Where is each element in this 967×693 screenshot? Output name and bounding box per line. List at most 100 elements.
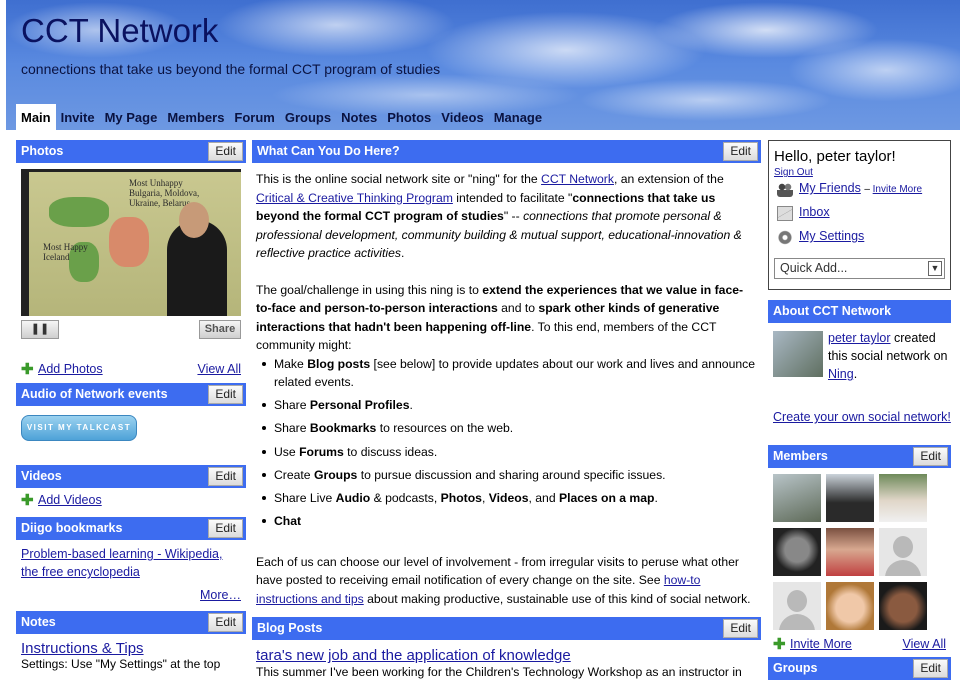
list-item: Make Blog posts [see below] to provide u… xyxy=(260,355,756,392)
add-photos-link[interactable]: Add Photos xyxy=(38,362,103,376)
tab-invite[interactable]: Invite xyxy=(56,104,100,130)
settings-row: My Settings xyxy=(774,229,945,250)
quick-add-select[interactable]: Quick Add... ▼ xyxy=(774,258,945,279)
text: and to xyxy=(497,301,539,315)
text: to resources on the web. xyxy=(376,421,514,436)
tab-notes[interactable]: Notes xyxy=(336,104,382,130)
text: Share Live xyxy=(274,490,336,505)
avatar[interactable] xyxy=(826,474,874,522)
view-all-photos-link[interactable]: View All xyxy=(197,362,241,376)
diigo-more: More… xyxy=(16,588,246,602)
list-item: Create Groups to pursue discussion and s… xyxy=(260,466,756,485)
about-text: peter taylor created this social network… xyxy=(828,329,948,383)
text: " -- xyxy=(503,209,524,223)
groups-edit-button[interactable]: Edit xyxy=(913,659,948,678)
my-friends-link[interactable]: My Friends xyxy=(799,181,861,195)
avatar[interactable] xyxy=(879,528,927,576)
videos-actions: ✚ Add Videos xyxy=(16,492,246,511)
photo-slideshow[interactable]: Most Unhappy Bulgaria, Moldova, Ukraine,… xyxy=(21,169,241,316)
quick-add-value: Quick Add... xyxy=(780,261,848,275)
blog-edit-button[interactable]: Edit xyxy=(723,619,758,639)
creator-avatar[interactable] xyxy=(773,331,823,377)
intro-edit-button[interactable]: Edit xyxy=(723,142,758,161)
plus-icon: ✚ xyxy=(21,361,34,378)
tab-photos[interactable]: Photos xyxy=(382,104,436,130)
text: , and xyxy=(528,490,559,505)
tab-forum[interactable]: Forum xyxy=(229,104,279,130)
list-item: Use Forums to discuss ideas. xyxy=(260,443,756,462)
text: . xyxy=(853,367,858,381)
tab-my-page[interactable]: My Page xyxy=(100,104,163,130)
cct-network-link[interactable]: CCT Network xyxy=(541,172,614,186)
invite-more-link[interactable]: Invite More xyxy=(873,184,922,195)
bookmark-item: Problem-based learning - Wikipedia, the … xyxy=(16,540,246,581)
members-grid xyxy=(768,474,951,630)
members-actions: ✚ Invite More View All xyxy=(768,636,951,655)
list-item: Share Bookmarks to resources on the web. xyxy=(260,419,756,438)
text: . xyxy=(654,490,658,505)
members-edit-button[interactable]: Edit xyxy=(913,447,948,466)
tab-manage[interactable]: Manage xyxy=(489,104,547,130)
avatar[interactable] xyxy=(879,474,927,522)
avatar[interactable] xyxy=(826,528,874,576)
friends-icon xyxy=(777,182,793,197)
greeting: Hello, peter taylor! xyxy=(774,148,896,165)
blog-post-title-link[interactable]: tara's new job and the application of kn… xyxy=(256,647,571,664)
text: . xyxy=(400,246,405,260)
text-bold: Places on a map xyxy=(558,490,655,505)
groups-title: Groups xyxy=(773,661,818,675)
text: This is the online social network site o… xyxy=(256,172,542,186)
avatar[interactable] xyxy=(773,474,821,522)
avatar[interactable] xyxy=(773,582,821,630)
site-title[interactable]: CCT Network xyxy=(21,12,218,50)
map-shape xyxy=(109,217,149,267)
share-button[interactable]: Share xyxy=(199,320,241,339)
notes-module-header: Notes Edit xyxy=(16,611,246,634)
signout-row: Sign Out xyxy=(774,167,945,178)
create-network-row: Create your own social network! xyxy=(768,410,951,424)
cct-program-link[interactable]: Critical & Creative Thinking Program xyxy=(256,191,453,205)
diigo-edit-button[interactable]: Edit xyxy=(208,519,243,538)
inbox-link[interactable]: Inbox xyxy=(799,205,830,219)
videos-edit-button[interactable]: Edit xyxy=(208,467,243,486)
bookmark-link[interactable]: Problem-based learning - Wikipedia, the … xyxy=(21,547,222,579)
site-tagline: connections that take us beyond the form… xyxy=(21,61,441,77)
creator-link[interactable]: peter taylor xyxy=(828,331,891,345)
text: , xyxy=(481,490,489,505)
text: , an extension of the xyxy=(613,172,724,186)
intro-body: This is the online social network site o… xyxy=(252,163,761,608)
invite-more-members-link[interactable]: Invite More xyxy=(790,637,852,651)
user-panel: Hello, peter taylor! Sign Out My Friends… xyxy=(768,140,951,290)
add-videos-link[interactable]: Add Videos xyxy=(38,493,102,507)
my-settings-link[interactable]: My Settings xyxy=(799,229,864,243)
audio-edit-button[interactable]: Edit xyxy=(208,385,243,404)
talkcast-button[interactable]: VISIT MY TALKCAST xyxy=(21,415,137,441)
create-network-link[interactable]: Create your own social network! xyxy=(773,410,951,424)
tab-main[interactable]: Main xyxy=(16,104,56,130)
groups-module-header: Groups Edit xyxy=(768,657,951,680)
notes-title: Notes xyxy=(21,615,56,629)
notes-edit-button[interactable]: Edit xyxy=(208,613,243,632)
photos-edit-button[interactable]: Edit xyxy=(208,142,243,161)
more-bookmarks-link[interactable]: More… xyxy=(200,588,241,602)
note-title-link[interactable]: Instructions & Tips xyxy=(21,640,144,657)
header-banner: CCT Network connections that take us bey… xyxy=(6,0,960,130)
plus-icon: ✚ xyxy=(773,636,786,653)
ning-link[interactable]: Ning xyxy=(828,367,854,381)
avatar[interactable] xyxy=(773,528,821,576)
pause-button[interactable]: ❚❚ xyxy=(21,320,59,339)
avatar[interactable] xyxy=(879,582,927,630)
presenter-head xyxy=(179,202,209,238)
text-bold: Bookmarks xyxy=(309,421,377,436)
tab-groups[interactable]: Groups xyxy=(280,104,336,130)
avatar[interactable] xyxy=(826,582,874,630)
chevron-down-icon[interactable]: ▼ xyxy=(928,261,942,276)
diigo-module-header: Diigo bookmarks Edit xyxy=(16,517,246,540)
sign-out-link[interactable]: Sign Out xyxy=(774,167,813,178)
tab-videos[interactable]: Videos xyxy=(436,104,488,130)
tab-members[interactable]: Members xyxy=(162,104,229,130)
intro-paragraph-1: This is the online social network site o… xyxy=(256,170,756,263)
main-column: What Can You Do Here? Edit This is the o… xyxy=(252,140,761,679)
view-all-members-link[interactable]: View All xyxy=(902,637,946,651)
text: Share xyxy=(274,421,310,436)
